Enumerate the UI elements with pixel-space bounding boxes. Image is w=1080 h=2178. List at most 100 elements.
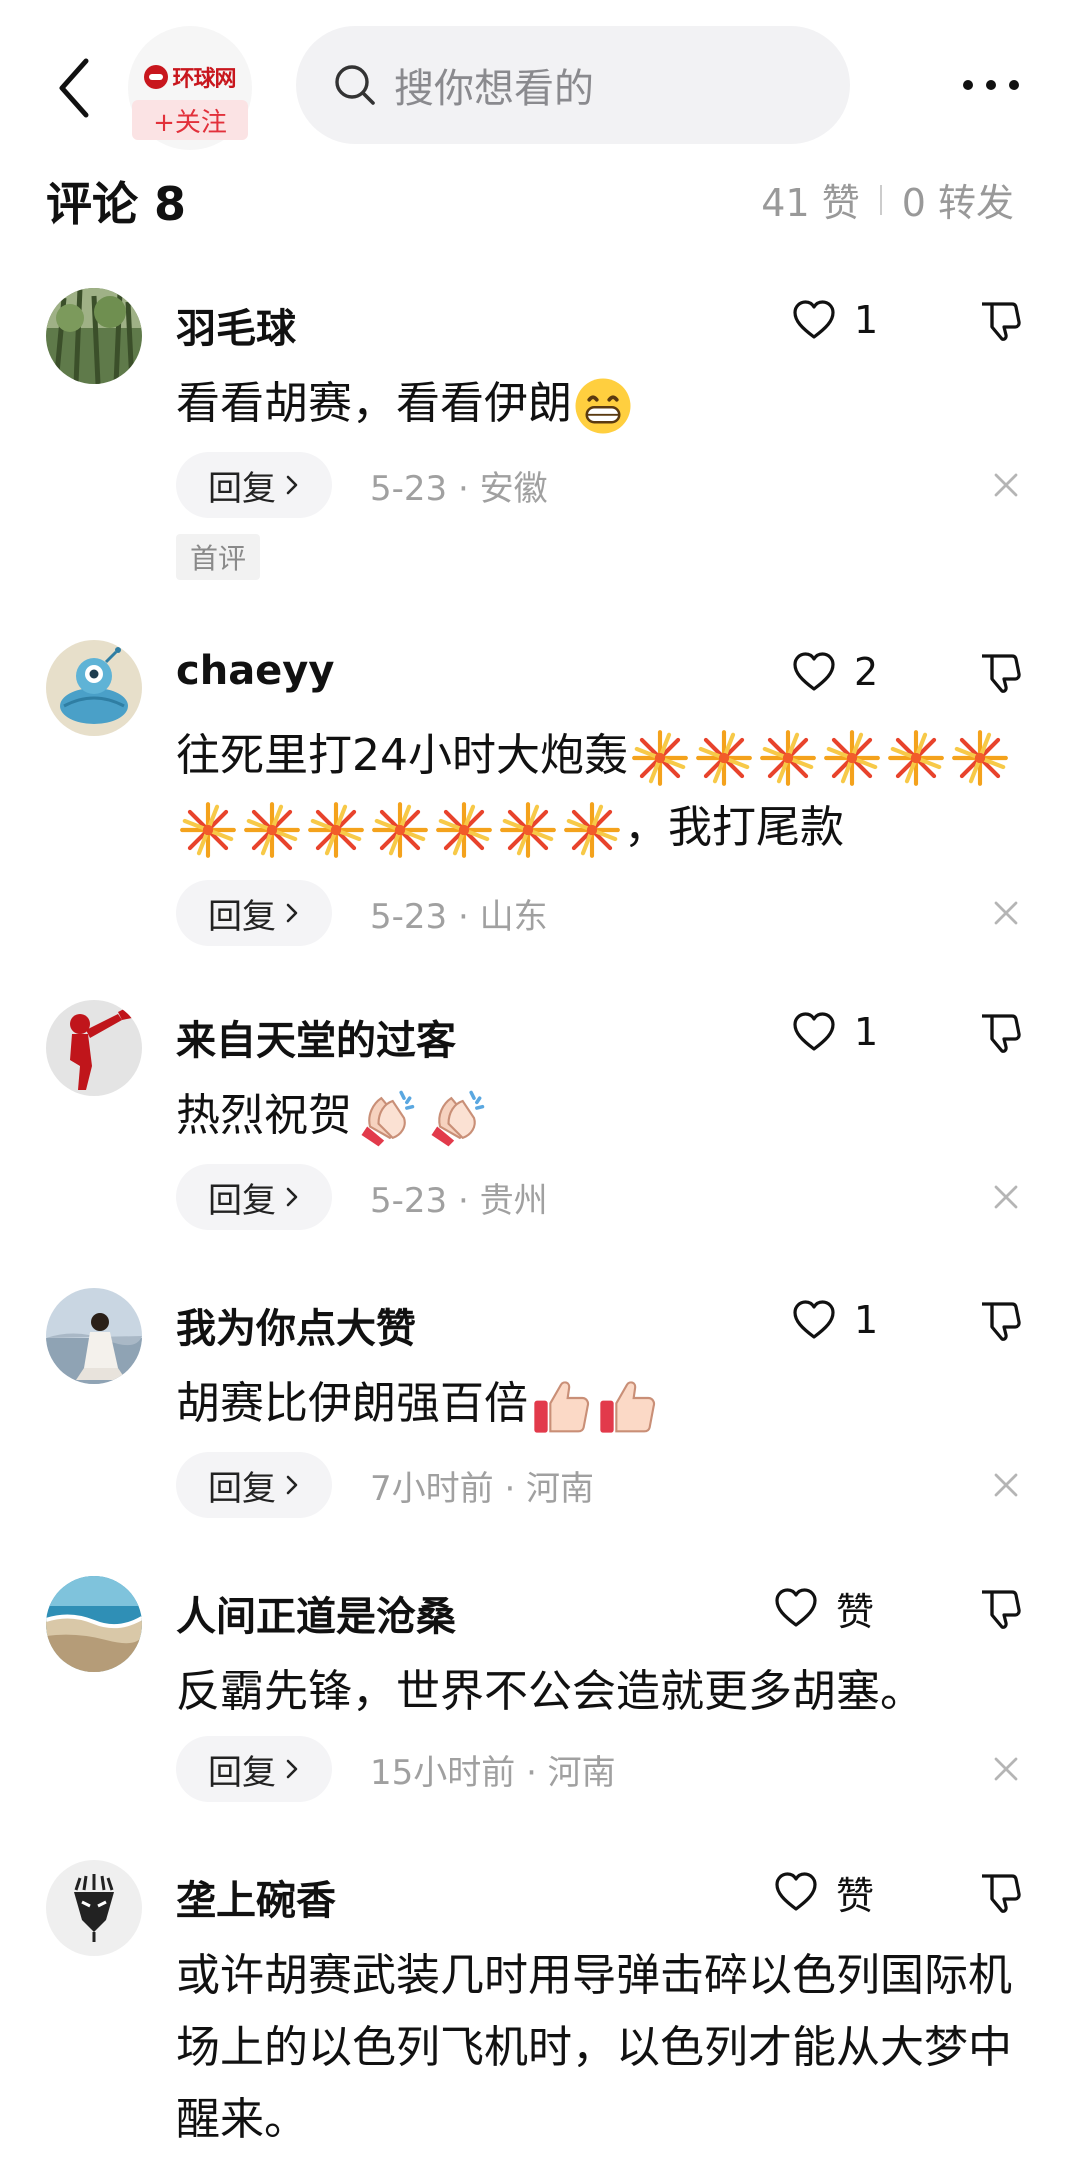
reply-label: 回复 [208,1180,276,1221]
thumbs-down-icon [976,1008,1024,1056]
comment-body: 胡赛比伊朗强百倍 [176,1378,528,1429]
like-count: 1 [854,1298,879,1342]
chevron-right-icon [284,1473,300,1497]
thumbs-up-emoji [529,1374,593,1438]
comment-text: 热烈祝贺 [176,1080,1036,1152]
chevron-right-icon [284,1185,300,1209]
like-button[interactable]: 赞 [772,1578,874,1638]
firework-emoji [369,799,431,861]
comment-body: 往死里打24小时大炮轰 [176,730,628,781]
like-stat[interactable]: 41 赞 [761,172,859,227]
dislike-button[interactable] [972,1864,1028,1920]
search-icon [330,60,380,110]
thumbs-down-icon [976,1868,1024,1916]
chevron-right-icon [284,901,300,925]
avatar[interactable] [46,1000,142,1096]
reply-button[interactable]: 回复 [176,1736,332,1802]
reply-button[interactable]: 回复 [176,1164,332,1230]
comment-item: 我为你点大赞 1 胡赛比伊朗强百倍 回复 7小时前 · 河南 [0,1288,1080,1528]
like-button[interactable]: 1 [790,1002,878,1062]
dislike-button[interactable] [972,1292,1028,1348]
comment-body: 或许胡赛武装几时用导弹击碎以色列国际机场上的以色列飞机时，以色列才能从大梦中醒来… [176,1950,1012,2145]
logo-text: 环球网 [172,67,236,92]
comment-text: 反霸先锋，世界不公会造就更多胡塞。 [176,1656,1036,1728]
time-location: 5-23 · 安徽 [370,468,548,509]
reply-button[interactable]: 回复 [176,1452,332,1518]
heart-icon [790,1008,838,1056]
username[interactable]: 来自天堂的过客 [176,1008,456,1066]
like-button[interactable]: 1 [790,1290,878,1350]
username[interactable]: 垄上碗香 [176,1868,336,1926]
follow-button[interactable]: +关注 [132,100,248,140]
comment-meta: 回复 15小时前 · 河南 [176,1736,616,1802]
comment-meta: 回复 5-23 · 贵州 [176,1164,548,1230]
comment-body: 看看胡赛，看看伊朗 [176,378,572,429]
username[interactable]: 人间正道是沧桑 [176,1584,456,1642]
close-icon [991,1470,1021,1500]
comment-body: 反霸先锋，世界不公会造就更多胡塞。 [176,1666,924,1717]
logo-mark-icon [144,65,169,89]
username[interactable]: 我为你点大赞 [176,1296,416,1354]
username[interactable]: 羽毛球 [176,296,296,354]
firework-emoji [241,799,303,861]
comment-text: 胡赛比伊朗强百倍 [176,1368,1036,1440]
close-button[interactable] [988,1751,1024,1787]
firework-emoji [629,727,691,789]
reply-button[interactable]: 回复 [176,880,332,946]
dislike-button[interactable] [972,292,1028,348]
source-account-logo[interactable]: 环球网 +关注 [128,26,252,150]
close-button[interactable] [988,1467,1024,1503]
avatar[interactable] [46,1576,142,1672]
avatar[interactable] [46,1288,142,1384]
firework-emoji [433,799,495,861]
time-location: 7小时前 · 河南 [370,1468,595,1509]
like-button[interactable]: 赞 [772,1862,874,1922]
reply-label: 回复 [208,1468,276,1509]
search-bar[interactable]: 搜你想看的 [296,26,850,144]
heart-icon [790,1296,838,1344]
close-button[interactable] [988,1179,1024,1215]
chevron-right-icon [284,1757,300,1781]
comment-item: chaeyy 2 往死里打24小时大炮轰 ，我打尾款 回复 5-23 · 山东 [0,640,1080,960]
reply-label: 回复 [208,896,276,937]
dislike-button[interactable] [972,1580,1028,1636]
thumbs-down-icon [976,296,1024,344]
first-comment-badge: 首评 [176,534,261,580]
firework-emoji [177,799,239,861]
close-button[interactable] [988,467,1024,503]
more-options-button[interactable] [956,60,1026,110]
reply-label: 回复 [208,468,276,509]
dislike-button[interactable] [972,644,1028,700]
comment-item: 人间正道是沧桑 赞 反霸先锋，世界不公会造就更多胡塞。 回复 15小时前 · 河… [0,1576,1080,1816]
like-count: 赞 [836,1873,875,1918]
dislike-button[interactable] [972,1004,1028,1060]
reply-label: 回复 [208,1752,276,1793]
like-count: 1 [854,298,879,342]
avatar[interactable] [46,288,142,384]
reply-button[interactable]: 回复 [176,452,332,518]
like-button[interactable]: 1 [790,290,878,350]
firework-emoji [693,727,755,789]
comment-text: 或许胡赛武装几时用导弹击碎以色列国际机场上的以色列飞机时，以色列才能从大梦中醒来… [176,1940,1036,2156]
close-button[interactable] [988,895,1024,931]
time-location: 5-23 · 贵州 [370,1180,548,1221]
comment-meta: 回复 5-23 · 安徽 [176,452,548,518]
repost-stat[interactable]: 0 转发 [902,172,1014,227]
back-button[interactable] [44,48,104,128]
comment-meta: 回复 5-23 · 山东 [176,880,548,946]
heart-icon [790,296,838,344]
thumbs-down-icon [976,648,1024,696]
thumbs-up-emoji [595,1374,659,1438]
avatar[interactable] [46,640,142,736]
heart-icon [772,1584,820,1632]
username[interactable]: chaeyy [176,648,334,694]
time-location: 5-23 · 山东 [370,896,548,937]
huanqiu-logo: 环球网 [136,62,244,92]
comment-body: 热烈祝贺 [176,1090,352,1141]
comment-item: 羽毛球 1 看看胡赛，看看伊朗 回复 5-23 · 安徽 首评 [0,288,1080,608]
chevron-right-icon [284,473,300,497]
like-button[interactable]: 2 [790,642,878,702]
avatar[interactable] [46,1860,142,1956]
comment-text: 看看胡赛，看看伊朗 [176,368,1036,440]
search-placeholder: 搜你想看的 [394,66,594,112]
